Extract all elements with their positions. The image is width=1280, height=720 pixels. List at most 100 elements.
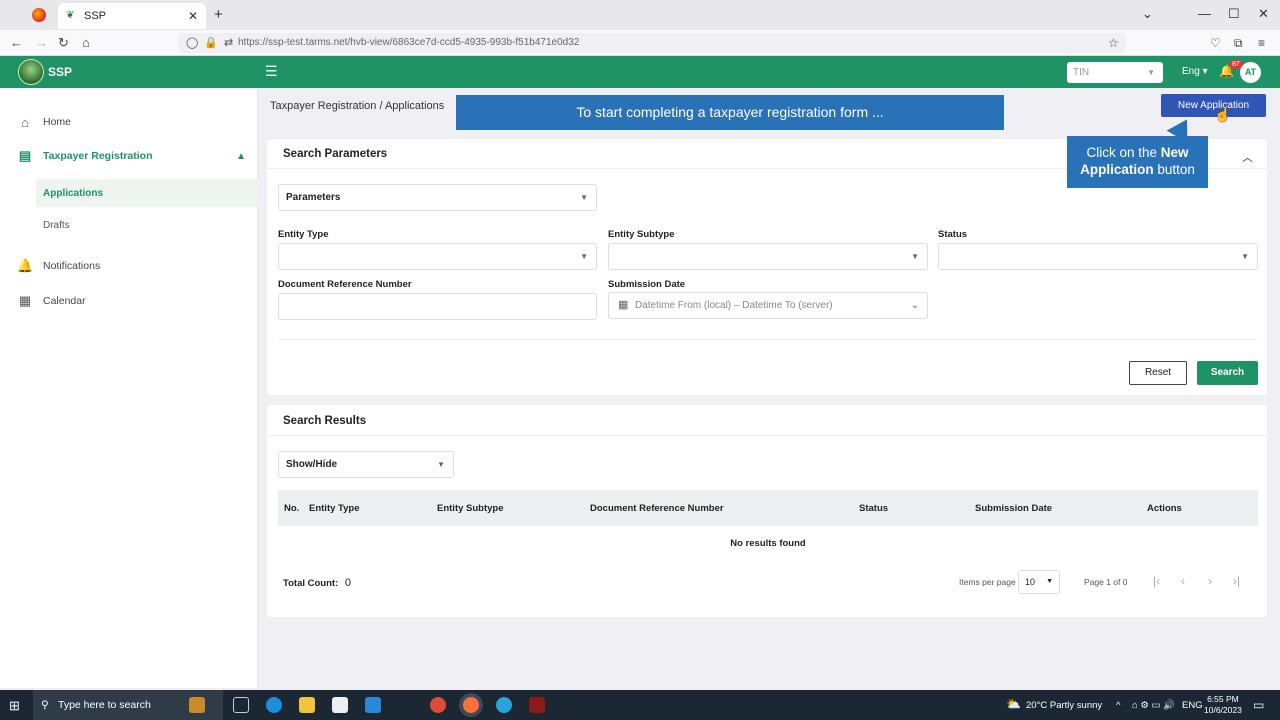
windows-start-icon[interactable]: ⊞ (9, 698, 20, 714)
tin-select[interactable]: TIN ▼ (1067, 62, 1163, 83)
file-explorer-icon[interactable] (299, 697, 315, 713)
last-page-icon[interactable]: ›| (1233, 574, 1240, 588)
show-hide-columns-select[interactable]: Show/Hide ▼ (278, 451, 454, 478)
user-avatar[interactable]: AT (1240, 62, 1261, 83)
briefcase-icon[interactable] (189, 697, 205, 713)
app-header: SSP ☰ TIN ▼ Eng ▾ 🔔 87 (0, 56, 1280, 88)
divider (278, 339, 1257, 340)
tab-title: SSP (84, 10, 107, 22)
chevron-down-icon: ▼ (911, 252, 919, 261)
prev-page-icon[interactable]: ‹ (1181, 574, 1185, 588)
weather-icon: ⛅ (1006, 697, 1021, 711)
sidebar: ⌂ Home ▤ Taxpayer Registration ▲ Applica… (0, 88, 258, 688)
minimize-icon[interactable]: — (1198, 6, 1211, 21)
column-header[interactable]: No. (284, 503, 299, 514)
tutorial-callout: Click on the New Application button (1067, 136, 1208, 188)
column-header[interactable]: Entity Type (309, 503, 360, 514)
extensions-icon[interactable]: ⧉ (1234, 36, 1243, 51)
home-browser-icon[interactable]: ⌂ (82, 35, 90, 50)
status-select[interactable]: ▼ (938, 243, 1258, 270)
first-page-icon[interactable]: |‹ (1153, 574, 1160, 588)
firefox-icon[interactable] (463, 697, 479, 713)
keyboard-language[interactable]: ENG (1182, 700, 1203, 711)
sidebar-item-calendar[interactable]: ▦ Calendar (0, 286, 258, 316)
site-info-icons[interactable]: ◯🔒⇄ (186, 33, 239, 53)
close-tab-icon[interactable]: ✕ (188, 9, 198, 23)
mail-icon[interactable] (365, 697, 381, 713)
sidebar-item-label: Calendar (43, 295, 86, 307)
address-bar[interactable]: ◯🔒⇄ https://ssp-test.tarms.net/hvb-view/… (178, 33, 1126, 53)
system-tray-icons[interactable]: ⌂ ⚙ ▭ 🔊 (1132, 700, 1175, 711)
column-header[interactable]: Submission Date (975, 503, 1052, 514)
chevron-up-icon[interactable]: ▲ (236, 151, 246, 162)
total-count-value: 0 (344, 577, 351, 589)
total-count: Total Count: 0 (283, 577, 351, 589)
task-view-icon[interactable] (233, 697, 249, 713)
ssp-logo-icon (18, 59, 44, 85)
column-header: Actions (1147, 503, 1182, 514)
entity-type-select[interactable]: ▼ (278, 243, 597, 270)
tray-chevron-up-icon[interactable]: ^ (1116, 700, 1120, 711)
sidebar-item-notifications[interactable]: 🔔 Notifications (0, 251, 258, 281)
weather-text[interactable]: 20°C Partly sunny (1026, 700, 1102, 711)
doc-ref-input[interactable] (278, 293, 597, 320)
submission-date-range-input[interactable]: ▦ Datetime From (local) – Datetime To (s… (608, 292, 928, 319)
no-results-message: No results found (730, 538, 806, 549)
page-info: Page 1 of 0 (1084, 577, 1128, 587)
app-icon[interactable] (529, 697, 545, 713)
taskbar-clock[interactable]: 6:55 PM 10/6/2023 (1204, 694, 1242, 716)
store-icon[interactable] (332, 697, 348, 713)
entity-type-label: Entity Type (278, 229, 329, 240)
forward-icon[interactable]: → (35, 35, 48, 50)
language-select[interactable]: Eng ▾ (1182, 66, 1208, 77)
collapse-menu-icon[interactable]: ☰ (265, 63, 278, 80)
id-card-icon: ▤ (18, 148, 32, 163)
column-header[interactable]: Status (859, 503, 888, 514)
firefox-view-icon[interactable] (32, 8, 46, 22)
chevron-down-icon: ▼ (580, 252, 588, 261)
sidebar-item-label: Notifications (43, 260, 101, 272)
chevron-up-icon[interactable]: ︿ (1242, 149, 1253, 165)
browser-tab[interactable]: ❦ SSP ✕ (58, 3, 206, 29)
tab-list-icon[interactable]: ⌄ (1142, 6, 1153, 22)
tin-placeholder: TIN (1073, 67, 1090, 78)
action-center-icon[interactable]: ▭ (1253, 698, 1264, 712)
language-label: Eng (1182, 66, 1200, 77)
chevron-down-icon: ▼ (437, 460, 445, 469)
calendar-icon: ▦ (618, 299, 629, 311)
sidebar-subitem-applications[interactable]: Applications (36, 179, 258, 207)
new-tab-icon[interactable]: + (214, 6, 223, 23)
search-button[interactable]: Search (1197, 361, 1258, 385)
reset-button[interactable]: Reset (1129, 361, 1187, 385)
bookmark-star-icon[interactable]: ☆ (1108, 36, 1119, 50)
mouse-pointer-icon: ☝ (1214, 106, 1232, 122)
reload-icon[interactable]: ↻ (58, 35, 69, 51)
site-favicon-icon: ❦ (66, 10, 75, 21)
search-results-title: Search Results (283, 415, 367, 427)
sidebar-subitem-drafts[interactable]: Drafts (36, 211, 258, 239)
results-table-header: No. Entity Type Entity Subtype Document … (278, 490, 1258, 526)
search-icon: ⚲ (41, 699, 49, 711)
total-count-label: Total Count: (283, 578, 339, 589)
entity-subtype-select[interactable]: ▼ (608, 243, 928, 270)
pocket-icon[interactable]: ♡ (1210, 36, 1221, 50)
close-window-icon[interactable]: ✕ (1258, 6, 1269, 22)
sidebar-item-taxpayer-registration[interactable]: ▤ Taxpayer Registration ▲ (0, 141, 258, 171)
next-page-icon[interactable]: › (1208, 574, 1212, 588)
url-text: https://ssp-test.tarms.net/hvb-view/6863… (238, 37, 580, 48)
edge-icon[interactable] (266, 697, 282, 713)
chrome-icon[interactable] (430, 697, 446, 713)
browser-nav-bar: ← → ↻ ⌂ ◯🔒⇄ https://ssp-test.tarms.net/h… (0, 30, 1280, 56)
items-per-page-select[interactable]: 10 ▼ (1018, 570, 1060, 594)
column-header[interactable]: Entity Subtype (437, 503, 504, 514)
chevron-down-icon: ▼ (1046, 578, 1053, 585)
menu-icon[interactable]: ≡ (1258, 36, 1265, 50)
sidebar-item-home[interactable]: ⌂ Home (0, 107, 258, 137)
maximize-icon[interactable]: ☐ (1228, 6, 1240, 22)
clock-date: 10/6/2023 (1204, 705, 1242, 715)
telegram-icon[interactable] (496, 697, 512, 713)
parameters-select[interactable]: Parameters ▼ (278, 184, 597, 211)
back-icon[interactable]: ← (10, 35, 23, 50)
column-header[interactable]: Document Reference Number (590, 503, 724, 514)
sidebar-item-label: Home (43, 116, 72, 128)
